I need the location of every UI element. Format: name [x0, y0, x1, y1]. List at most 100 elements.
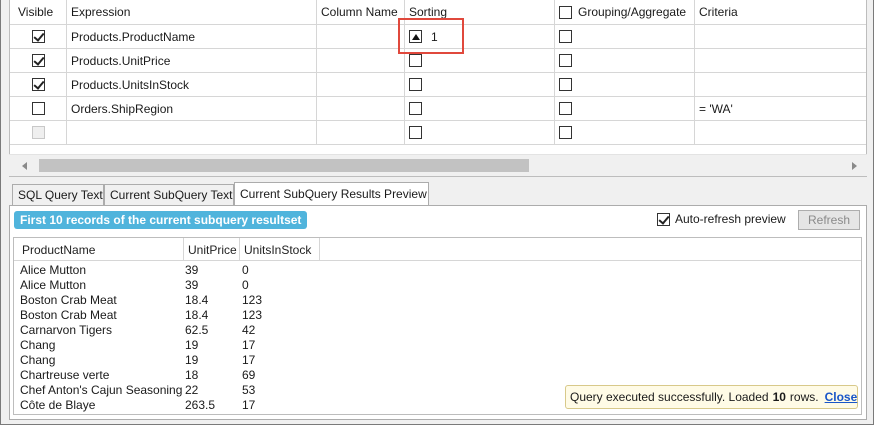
- sort-order: 1: [431, 29, 438, 44]
- horizontal-scrollbar[interactable]: [9, 154, 867, 176]
- visible-checkbox[interactable]: [31, 30, 45, 43]
- visible-cell[interactable]: [10, 121, 67, 144]
- result-cell-unitprice: 62.5: [185, 323, 209, 337]
- sorting-cell[interactable]: [405, 49, 555, 72]
- visible-cell[interactable]: [10, 25, 67, 48]
- result-row[interactable]: Chang 19 17: [14, 353, 861, 368]
- grouping-cell[interactable]: [555, 121, 695, 144]
- query-design-grid: Visible Expression Column Name Sorting G…: [9, 0, 867, 177]
- column-name-cell[interactable]: [317, 25, 405, 48]
- tab-current-subquery-text[interactable]: Current SubQuery Text: [104, 184, 234, 205]
- column-name-cell[interactable]: [317, 97, 405, 120]
- sorting-cell[interactable]: [405, 97, 555, 120]
- header-visible[interactable]: Visible: [10, 0, 67, 24]
- result-cell-productname: Chang: [20, 353, 56, 367]
- expression-cell[interactable]: Products.UnitsInStock: [67, 73, 317, 96]
- grouping-checkbox[interactable]: [559, 30, 572, 43]
- refresh-button[interactable]: Refresh: [798, 210, 860, 230]
- result-row[interactable]: Chang 19 17: [14, 338, 861, 353]
- column-name-cell[interactable]: [317, 73, 405, 96]
- visible-checkbox[interactable]: [31, 126, 45, 139]
- result-cell-unitsinstock: 0: [242, 263, 249, 277]
- criteria-cell[interactable]: = 'WA': [695, 97, 866, 120]
- result-cell-productname: Chef Anton's Cajun Seasoning: [20, 383, 183, 397]
- criteria-cell[interactable]: [695, 25, 866, 48]
- grid-row[interactable]: Orders.ShipRegion = 'WA': [10, 97, 866, 121]
- result-cell-unitsinstock: 123: [242, 293, 263, 307]
- result-cell-productname: Chartreuse verte: [20, 368, 110, 382]
- grouping-cell[interactable]: [555, 25, 695, 48]
- result-cell-unitsinstock: 123: [242, 308, 263, 322]
- result-cell-unitprice: 19: [185, 338, 199, 352]
- header-column-name[interactable]: Column Name: [317, 0, 405, 24]
- result-row[interactable]: Boston Crab Meat 18.4 123: [14, 308, 861, 323]
- visible-checkbox[interactable]: [31, 78, 45, 91]
- visible-cell[interactable]: [10, 73, 67, 96]
- grid-row[interactable]: Products.UnitPrice: [10, 49, 866, 73]
- visible-checkbox[interactable]: [31, 54, 45, 67]
- criteria-cell[interactable]: [695, 49, 866, 72]
- grid-row[interactable]: [10, 121, 866, 145]
- query-builder-window: Visible Expression Column Name Sorting G…: [0, 0, 874, 425]
- result-cell-productname: Carnarvon Tigers: [20, 323, 113, 337]
- sorting-checkbox[interactable]: [409, 54, 422, 67]
- result-cell-unitprice: 39: [185, 263, 199, 277]
- toast-close-link[interactable]: Close: [825, 390, 858, 404]
- grouping-checkbox[interactable]: [559, 78, 572, 91]
- expression-cell[interactable]: Products.UnitPrice: [67, 49, 317, 72]
- header-sorting[interactable]: Sorting: [405, 0, 555, 24]
- result-row[interactable]: Carnarvon Tigers 62.5 42: [14, 323, 861, 338]
- preview-badge: First 10 records of the current subquery…: [14, 211, 308, 229]
- result-row[interactable]: Alice Mutton 39 0: [14, 278, 861, 293]
- grid-row[interactable]: Products.UnitsInStock: [10, 73, 866, 97]
- result-cell-unitprice: 19: [185, 353, 199, 367]
- criteria-cell[interactable]: [695, 121, 866, 144]
- column-name-cell[interactable]: [317, 49, 405, 72]
- result-row[interactable]: Alice Mutton 39 0: [14, 263, 861, 278]
- grouping-cell[interactable]: [555, 97, 695, 120]
- sort-ascending-icon[interactable]: [409, 30, 422, 43]
- sorting-cell[interactable]: 1: [405, 25, 555, 48]
- result-cell-productname: Chang: [20, 338, 56, 352]
- sorting-checkbox[interactable]: [409, 126, 422, 139]
- tab-subquery-results-preview[interactable]: Current SubQuery Results Preview: [234, 182, 429, 205]
- visible-cell[interactable]: [10, 49, 67, 72]
- sorting-checkbox[interactable]: [409, 102, 422, 115]
- grouping-cell[interactable]: [555, 73, 695, 96]
- grouping-header-checkbox[interactable]: [559, 5, 572, 19]
- auto-refresh-toggle[interactable]: Auto-refresh preview: [657, 212, 786, 226]
- header-expression[interactable]: Expression: [67, 0, 317, 24]
- grid-row[interactable]: Products.ProductName 1: [10, 25, 866, 49]
- visible-cell[interactable]: [10, 97, 67, 120]
- header-grouping[interactable]: Grouping/Aggregate: [555, 0, 695, 24]
- scrollbar-thumb[interactable]: [39, 159, 529, 172]
- column-name-cell[interactable]: [317, 121, 405, 144]
- results-header-unitsinstock[interactable]: UnitsInStock: [240, 238, 320, 261]
- expression-cell[interactable]: [67, 121, 317, 144]
- scroll-left-icon[interactable]: [22, 162, 27, 170]
- result-row[interactable]: Chartreuse verte 18 69: [14, 368, 861, 383]
- header-criteria[interactable]: Criteria: [695, 0, 866, 24]
- result-cell-unitsinstock: 17: [242, 338, 256, 352]
- tab-sql-query-text[interactable]: SQL Query Text: [12, 184, 104, 205]
- grouping-checkbox[interactable]: [559, 126, 572, 139]
- expression-cell[interactable]: Orders.ShipRegion: [67, 97, 317, 120]
- expression-cell[interactable]: Products.ProductName: [67, 25, 317, 48]
- grouping-cell[interactable]: [555, 49, 695, 72]
- criteria-cell[interactable]: [695, 73, 866, 96]
- sorting-cell[interactable]: [405, 73, 555, 96]
- results-header-unitprice[interactable]: UnitPrice: [184, 238, 240, 261]
- results-header-productname[interactable]: ProductName: [14, 238, 184, 261]
- visible-checkbox[interactable]: [31, 102, 45, 115]
- sorting-checkbox[interactable]: [409, 78, 422, 91]
- result-cell-productname: Boston Crab Meat: [20, 308, 117, 322]
- result-cell-unitprice: 18.4: [185, 293, 209, 307]
- scroll-right-icon[interactable]: [852, 162, 857, 170]
- grouping-checkbox[interactable]: [559, 54, 572, 67]
- auto-refresh-checkbox[interactable]: [657, 212, 670, 226]
- grouping-checkbox[interactable]: [559, 102, 572, 115]
- toast-suffix: rows.: [789, 390, 819, 404]
- sorting-cell[interactable]: [405, 121, 555, 144]
- result-cell-productname: Alice Mutton: [20, 278, 87, 292]
- result-row[interactable]: Boston Crab Meat 18.4 123: [14, 293, 861, 308]
